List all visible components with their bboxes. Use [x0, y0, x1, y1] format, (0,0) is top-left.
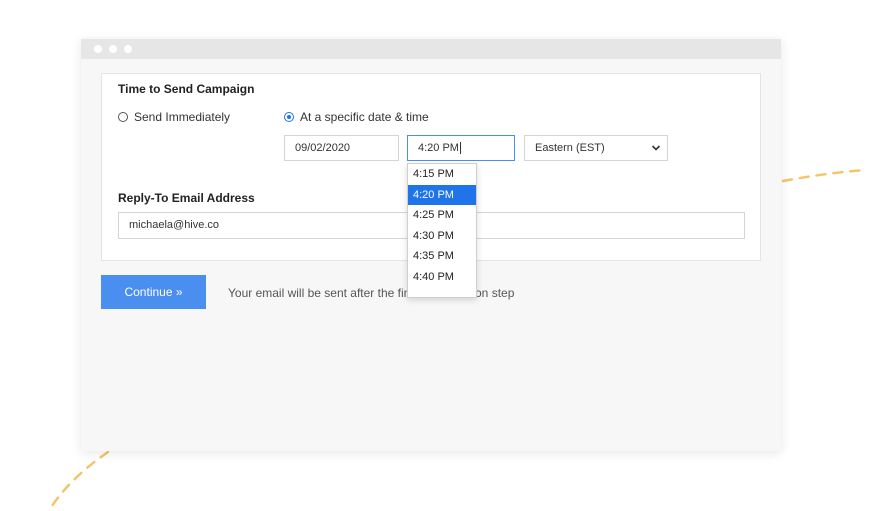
time-option[interactable]: 4:15 PM	[408, 164, 476, 185]
window-dot-2	[109, 45, 117, 53]
specific-time-option[interactable]: At a specific date & time	[284, 110, 429, 124]
time-option[interactable]: 4:40 PM	[408, 267, 476, 288]
app-window: Time to Send Campaign Send Immediately A…	[81, 39, 781, 451]
time-value: 4:20 PM	[418, 142, 459, 154]
window-titlebar	[81, 39, 781, 59]
time-option-selected[interactable]: 4:20 PM	[408, 184, 476, 205]
chevron-down-icon	[651, 145, 661, 151]
send-immediately-label: Send Immediately	[134, 110, 231, 124]
timezone-value: Eastern (EST)	[535, 142, 605, 154]
date-value: 09/02/2020	[295, 142, 351, 154]
time-input[interactable]: 4:20 PM	[407, 135, 515, 161]
time-option[interactable]: 4:35 PM	[408, 246, 476, 267]
continue-button[interactable]: Continue »	[101, 275, 206, 309]
send-immediately-option[interactable]: Send Immediately	[118, 110, 230, 124]
timezone-select[interactable]: Eastern (EST)	[524, 135, 668, 161]
text-caret	[459, 142, 461, 155]
time-option[interactable]: 4:25 PM	[408, 205, 476, 226]
send-time-section-title: Time to Send Campaign	[118, 82, 255, 96]
time-dropdown-list[interactable]: 4:15 PM 4:20 PM 4:25 PM 4:30 PM 4:35 PM …	[407, 163, 477, 298]
date-input[interactable]: 09/02/2020	[284, 135, 399, 161]
window-dot-3	[124, 45, 132, 53]
reply-to-email-value: michaela@hive.co	[129, 219, 220, 231]
send-immediately-radio[interactable]	[118, 112, 128, 122]
specific-time-radio[interactable]	[284, 112, 294, 122]
time-option[interactable]: 4:30 PM	[408, 226, 476, 247]
reply-to-section-title: Reply-To Email Address	[118, 191, 255, 205]
window-dot-1	[94, 45, 102, 53]
specific-time-label: At a specific date & time	[300, 110, 429, 124]
